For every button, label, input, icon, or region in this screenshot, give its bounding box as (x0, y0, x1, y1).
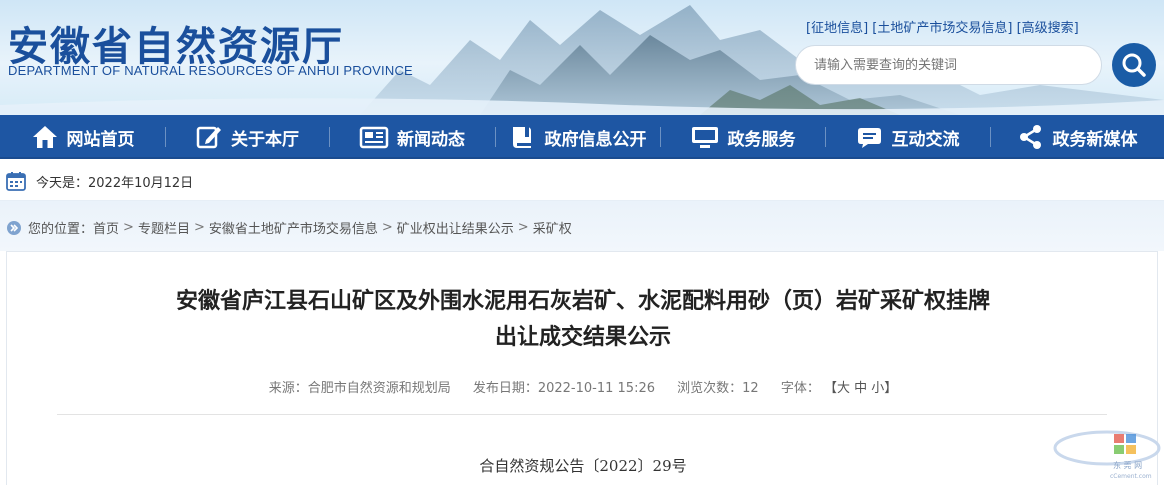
breadcrumb-separator: > (123, 220, 134, 235)
nav-item-label: 政务服务 (727, 129, 796, 150)
current-date: 今天是：2022年10月12日 (36, 176, 194, 191)
breadcrumb: 您的位置： 首页 > 专题栏目 > 安徽省土地矿产市场交易信息 > 矿业权出让结… (6, 218, 572, 237)
nav-item-about[interactable]: 关于本厅 (165, 115, 329, 159)
breadcrumb-topics[interactable]: 专题栏目 (138, 218, 190, 237)
font-size-medium[interactable]: 中 (854, 381, 867, 396)
article-date: 发布日期：2022-10-11 15:26 (472, 381, 655, 396)
calendar-icon (6, 172, 26, 191)
watermark-logo (1053, 430, 1161, 466)
chat-icon (857, 128, 881, 148)
article-container: 安徽省庐江县石山矿区及外围水泥用石灰岩矿、水泥配料用砂（页）岩矿采矿权挂牌 出让… (6, 251, 1158, 485)
nav-item-label: 互动交流 (891, 129, 960, 150)
search-input[interactable] (795, 45, 1102, 85)
nav-item-label: 新闻动态 (397, 129, 465, 150)
font-size-large[interactable]: 【大 (824, 381, 850, 396)
article-title-line1: 安徽省庐江县石山矿区及外围水泥用石灰岩矿、水泥配料用砂（页）岩矿采矿权挂牌 (175, 289, 990, 314)
breadcrumb-mining-rights[interactable]: 采矿权 (533, 218, 572, 237)
article-source: 来源：合肥市自然资源和规划局 (268, 381, 451, 396)
home-icon (32, 126, 57, 148)
breadcrumb-market-info[interactable]: 安徽省土地矿产市场交易信息 (209, 218, 378, 237)
nav-item-label: 政府信息公开 (544, 129, 647, 150)
breadcrumb-home[interactable]: 首页 (93, 218, 119, 237)
monitor-icon (691, 127, 718, 148)
nav-item-new-media[interactable]: 政务新媒体 (990, 115, 1164, 159)
edit-icon (196, 126, 221, 149)
top-link-market-trading[interactable]: [土地矿产市场交易信息] (872, 21, 1012, 36)
font-size-label: 字体： (780, 381, 820, 396)
breadcrumb-prefix: 您的位置： (28, 222, 94, 237)
article-views: 浏览次数：12 (677, 381, 759, 396)
article-title-line2: 出让成交结果公示 (494, 325, 671, 350)
book-icon (512, 127, 531, 148)
article-meta: 来源：合肥市自然资源和规划局 发布日期：2022-10-11 15:26 浏览次… (7, 377, 1159, 396)
document-number: 合自然资规公告〔2022〕29号 (479, 457, 687, 475)
nav-item-gov-info[interactable]: 政府信息公开 (495, 115, 660, 159)
breadcrumb-area: 您的位置： 首页 > 专题栏目 > 安徽省土地矿产市场交易信息 > 矿业权出让结… (0, 201, 1164, 251)
nav-item-label: 政务新媒体 (1052, 129, 1138, 150)
nav-item-home[interactable]: 网站首页 (0, 115, 165, 159)
top-link-advanced-search[interactable]: [高级搜索] (1017, 21, 1079, 36)
nav-item-news[interactable]: 新闻动态 (329, 115, 495, 159)
top-link-land-acquisition[interactable]: [征地信息] (806, 21, 868, 36)
search-icon (1122, 53, 1146, 77)
nav-item-services[interactable]: 政务服务 (660, 115, 825, 159)
article-title: 安徽省庐江县石山矿区及外围水泥用石灰岩矿、水泥配料用砂（页）岩矿采矿权挂牌 出让… (7, 284, 1159, 356)
header-banner: 安徽省自然资源厅 DEPARTMENT OF NATURAL RESOURCES… (0, 0, 1164, 115)
top-links: [征地信息] [土地矿产市场交易信息] [高级搜索] (806, 17, 1079, 36)
nav-item-interaction[interactable]: 互动交流 (825, 115, 990, 159)
breadcrumb-separator: > (517, 220, 529, 235)
date-bar: 今天是：2022年10月12日 (0, 161, 1164, 201)
news-icon (359, 126, 389, 149)
breadcrumb-separator: > (381, 220, 393, 235)
breadcrumb-mining-results[interactable]: 矿业权出让结果公示 (397, 218, 514, 237)
share-icon (1019, 125, 1041, 149)
watermark-url: cCement.com (1110, 473, 1152, 480)
nav-item-label: 关于本厅 (231, 129, 299, 150)
site-subtitle: DEPARTMENT OF NATURAL RESOURCES OF ANHUI… (8, 63, 413, 78)
nav-item-label: 网站首页 (66, 129, 135, 150)
watermark-text: 东 莞 网 (1113, 461, 1143, 470)
breadcrumb-separator: > (193, 220, 205, 235)
location-arrow-icon (7, 220, 21, 235)
main-nav: 网站首页 关于本厅 新闻动态 政府信息公开 政务服务 互动交流 政务新媒体 (0, 115, 1164, 159)
font-size-small[interactable]: 小】 (871, 381, 897, 396)
search-button[interactable] (1112, 43, 1156, 87)
divider (57, 414, 1107, 415)
